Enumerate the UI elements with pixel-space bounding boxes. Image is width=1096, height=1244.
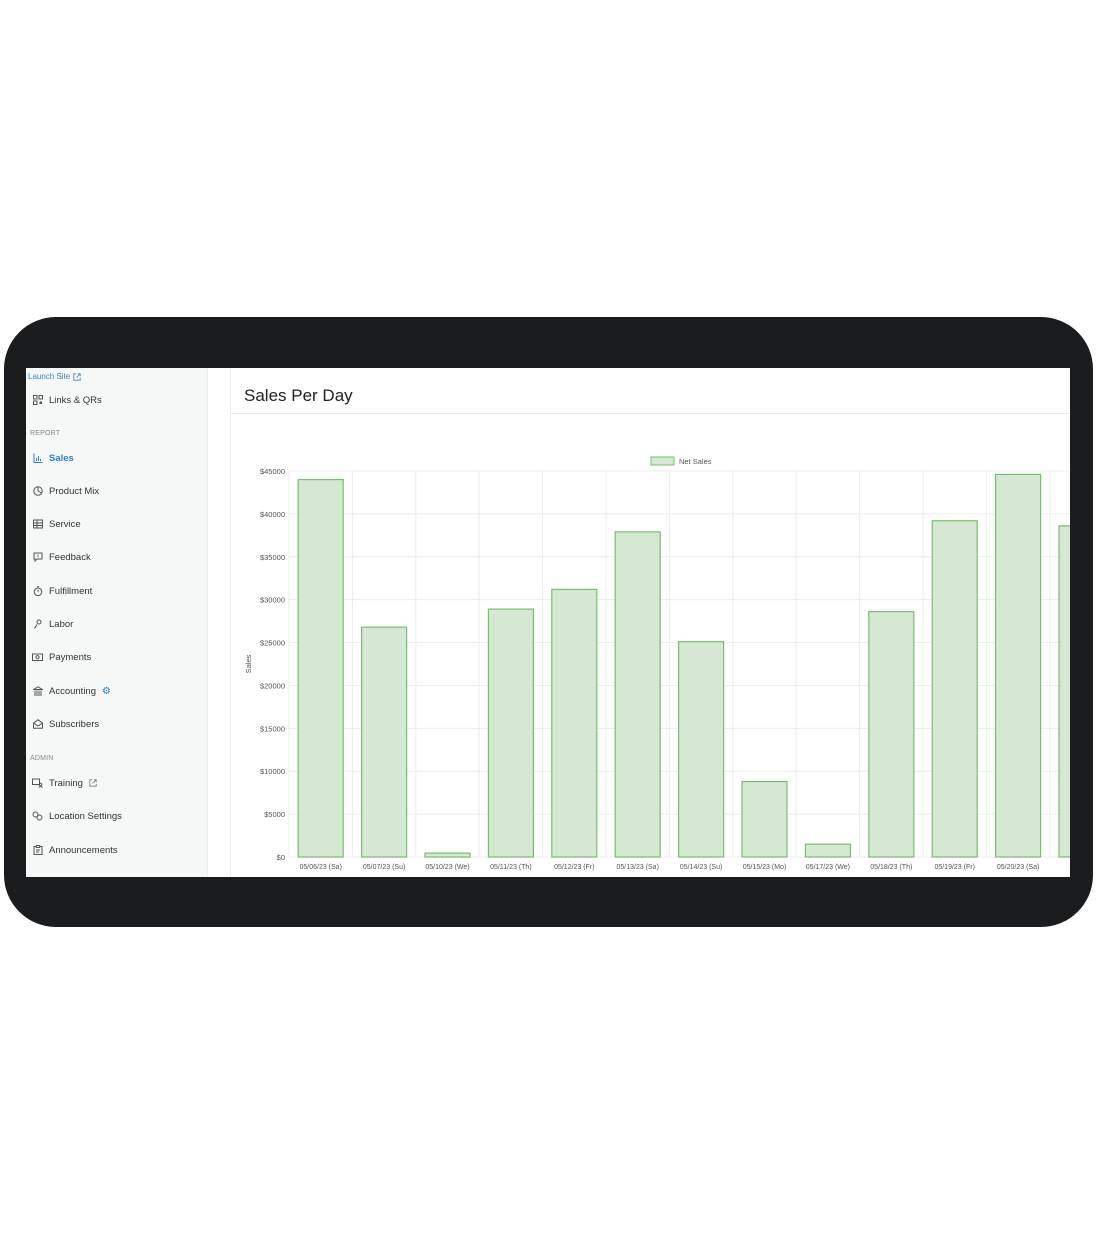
sidebar-item-label: Location Settings bbox=[49, 810, 122, 822]
sidebar-item-sales[interactable]: Sales bbox=[32, 450, 74, 466]
bar bbox=[361, 626, 408, 858]
y-tick-label: $20000 bbox=[260, 681, 285, 690]
x-tick-label: 05/07/23 (Su) bbox=[363, 864, 405, 871]
y-tick-label: $10000 bbox=[260, 767, 285, 776]
sidebar-item-labor[interactable]: Labor bbox=[32, 616, 73, 632]
page-title: Sales Per Day bbox=[244, 386, 353, 405]
y-tick-label: $30000 bbox=[260, 596, 285, 605]
bar bbox=[868, 611, 915, 858]
sidebar-item-location-settings[interactable]: Location Settings bbox=[32, 808, 122, 824]
external-link-icon bbox=[73, 372, 81, 381]
x-tick-label: 05/06/23 (Sa) bbox=[299, 864, 341, 871]
qr-grid-icon bbox=[32, 395, 43, 406]
sidebar-item-announcements[interactable]: Announcements bbox=[32, 842, 118, 858]
y-tick-label: $5000 bbox=[264, 810, 285, 819]
sidebar-item-label: Product Mix bbox=[49, 485, 100, 497]
sidebar-item-label: Announcements bbox=[49, 844, 118, 856]
launch-site-label: Launch Site bbox=[28, 372, 71, 381]
sales-chart: $0 $5000 $10000 $15000 $20000 $25000 $30000 $35… bbox=[231, 414, 1070, 877]
cash-icon bbox=[32, 652, 43, 663]
bar bbox=[741, 780, 788, 858]
y-axis-label: Sales bbox=[244, 654, 253, 673]
bar bbox=[487, 608, 534, 858]
person-icon bbox=[32, 619, 43, 630]
x-tick-label: 05/13/23 (Sa) bbox=[616, 864, 658, 871]
location-settings-icon bbox=[32, 811, 43, 822]
bar bbox=[1058, 525, 1070, 858]
bank-icon bbox=[32, 686, 43, 697]
x-tick-label: 05/11/23 (Th) bbox=[490, 864, 532, 871]
y-tick-label: $0 bbox=[277, 853, 285, 862]
sales-bar-chart: $0 $5000 $10000 $15000 $20000 $25000 $30000 $35… bbox=[244, 456, 1070, 871]
gear-icon[interactable]: ⚙ bbox=[102, 686, 111, 697]
main-panel: Sales Per Day $0 $5000 $10000 $15000 $20000 $… bbox=[230, 368, 1070, 877]
bar bbox=[804, 843, 852, 858]
sidebar-item-service[interactable]: Service bbox=[32, 516, 81, 532]
y-tick-label: $45000 bbox=[260, 467, 285, 476]
sidebar-item-training[interactable]: Training bbox=[32, 775, 97, 791]
x-tick-label: 05/19/23 (Fr) bbox=[934, 864, 974, 871]
table-icon bbox=[32, 519, 43, 530]
x-tick-label: 05/15/23 (Mo) bbox=[743, 864, 787, 871]
launch-site-link[interactable]: Launch Site bbox=[28, 372, 81, 381]
sidebar-item-label: Sales bbox=[49, 452, 74, 464]
sidebar-item-label: Fulfillment bbox=[49, 585, 93, 597]
bar bbox=[424, 852, 471, 858]
stopwatch-icon bbox=[32, 586, 43, 597]
y-tick-label: $35000 bbox=[260, 553, 285, 562]
x-tick-label: 05/10/23 (We) bbox=[425, 864, 469, 871]
bar-chart-icon bbox=[32, 453, 43, 464]
feedback-icon bbox=[32, 552, 43, 563]
sidebar-item-product-mix[interactable]: Product Mix bbox=[32, 483, 99, 499]
y-tick-label: $40000 bbox=[260, 510, 285, 519]
x-tick-label: 05/18/23 (Th) bbox=[870, 864, 912, 871]
y-tick-label: $15000 bbox=[260, 724, 285, 733]
sidebar-item-label: Links & QRs bbox=[49, 394, 102, 406]
bar bbox=[614, 531, 661, 858]
sidebar-item-accounting[interactable]: Accounting ⚙ bbox=[32, 683, 111, 699]
bar bbox=[994, 473, 1042, 858]
legend-swatch bbox=[650, 456, 675, 466]
bar bbox=[297, 478, 344, 858]
sidebar-item-subscribers[interactable]: Subscribers bbox=[32, 716, 99, 732]
clipboard-icon bbox=[32, 845, 43, 856]
bar bbox=[678, 641, 725, 858]
app-screen: Launch Site Links & QRs REPORT Sales Pro… bbox=[26, 368, 1070, 877]
pie-chart-icon bbox=[32, 486, 43, 497]
sidebar-item-label: Labor bbox=[49, 618, 74, 630]
x-tick-label: 05/12/23 (Fr) bbox=[554, 864, 594, 871]
x-tick-label: 05/14/23 (Su) bbox=[680, 864, 722, 871]
x-tick-label: 05/20/23 (Sa) bbox=[997, 864, 1039, 871]
sidebar-item-label: Subscribers bbox=[49, 718, 100, 730]
sidebar-item-label: Training bbox=[49, 777, 83, 789]
section-report-heading: REPORT bbox=[30, 430, 61, 437]
legend-label: Net Sales bbox=[679, 457, 712, 466]
bar bbox=[551, 588, 598, 858]
sidebar: Launch Site Links & QRs REPORT Sales Pro… bbox=[26, 368, 208, 877]
sidebar-item-links-qrs[interactable]: Links & QRs bbox=[32, 392, 102, 408]
sidebar-item-feedback[interactable]: Feedback bbox=[32, 549, 91, 565]
sidebar-item-label: Feedback bbox=[49, 551, 91, 563]
sidebar-item-payments[interactable]: Payments bbox=[32, 649, 91, 665]
sidebar-item-label: Service bbox=[49, 518, 81, 530]
sidebar-item-label: Accounting bbox=[49, 685, 97, 697]
y-tick-label: $25000 bbox=[260, 639, 285, 648]
x-tick-label: 05/17/23 (We) bbox=[806, 864, 850, 871]
training-icon bbox=[32, 778, 43, 789]
section-admin-heading: ADMIN bbox=[30, 755, 54, 762]
external-link-icon bbox=[89, 779, 97, 787]
bar bbox=[931, 520, 978, 858]
sidebar-item-label: Payments bbox=[49, 651, 92, 663]
envelope-icon bbox=[32, 719, 43, 730]
sidebar-item-fulfillment[interactable]: Fulfillment bbox=[32, 583, 92, 599]
